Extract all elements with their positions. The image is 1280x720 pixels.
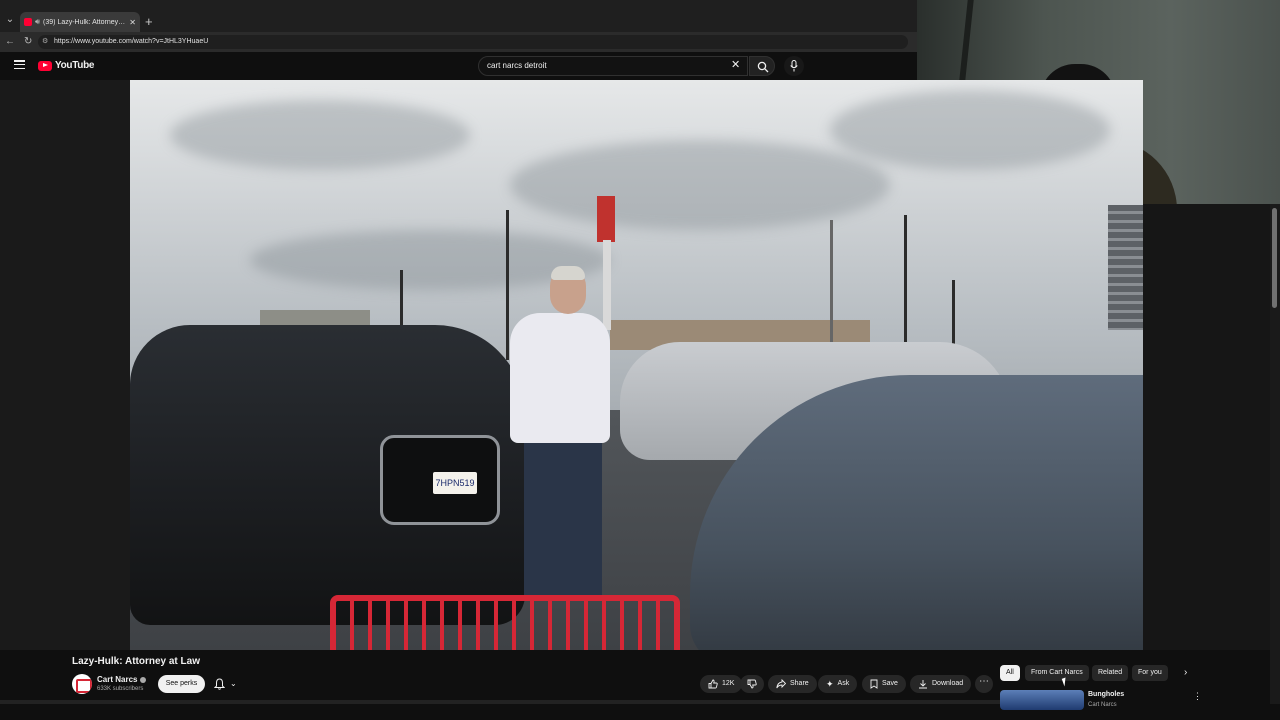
bell-icon[interactable] bbox=[214, 678, 225, 690]
chip-for-you[interactable]: For you bbox=[1132, 665, 1168, 681]
close-tab-icon[interactable]: ✕ bbox=[129, 18, 136, 27]
download-icon bbox=[919, 680, 927, 689]
more-actions-icon[interactable]: ⋯ bbox=[975, 675, 993, 693]
back-icon[interactable]: ← bbox=[5, 36, 15, 48]
bookmark-icon bbox=[870, 679, 878, 689]
video-player[interactable]: 7HPN519 bbox=[130, 80, 1143, 650]
recommendation-menu-icon[interactable]: ⋮ bbox=[1193, 691, 1202, 702]
ask-label: Ask bbox=[837, 680, 850, 687]
scrollbar-thumb[interactable] bbox=[1272, 208, 1277, 308]
chip-from-channel[interactable]: From Cart Narcs bbox=[1025, 665, 1089, 681]
recommendation-channel: Cart Narcs bbox=[1088, 702, 1117, 708]
download-label: Download bbox=[932, 680, 964, 687]
tab-list-chevron-icon[interactable]: ⌄ bbox=[4, 14, 16, 26]
browser-tab[interactable]: 🔊︎ (39) Lazy-Hulk: Attorney at Law ✕ bbox=[20, 12, 140, 32]
page-scrollbar[interactable] bbox=[1270, 204, 1280, 704]
recommendation-thumbnail[interactable] bbox=[1000, 690, 1084, 710]
search-button[interactable] bbox=[749, 56, 775, 76]
chip-related[interactable]: Related bbox=[1092, 665, 1129, 681]
microphone-icon bbox=[790, 60, 798, 72]
dislike-button[interactable] bbox=[740, 675, 764, 693]
like-count: 12K bbox=[722, 680, 735, 687]
video-title: Lazy-Hulk: Attorney at Law bbox=[72, 656, 200, 667]
plus-icon[interactable]: + bbox=[145, 15, 153, 29]
chip-all[interactable]: All bbox=[1000, 665, 1020, 681]
share-icon bbox=[776, 679, 786, 689]
tab-title: (39) Lazy-Hulk: Attorney at Law bbox=[43, 18, 126, 26]
chevron-right-icon[interactable]: › bbox=[1184, 667, 1187, 678]
right-empty-area bbox=[1143, 204, 1270, 650]
thumbs-up-icon bbox=[708, 679, 718, 689]
subscriber-count: 633K subscribers bbox=[97, 686, 144, 692]
channel-avatar[interactable] bbox=[72, 674, 92, 694]
save-button[interactable]: Save bbox=[862, 675, 906, 693]
verified-icon bbox=[140, 676, 147, 683]
share-button[interactable]: Share bbox=[768, 675, 817, 693]
voice-search-button[interactable] bbox=[784, 56, 804, 76]
save-label: Save bbox=[882, 680, 898, 687]
site-info-icon[interactable]: ⚙ bbox=[42, 35, 48, 49]
youtube-favicon-icon bbox=[24, 18, 32, 26]
description-edge bbox=[0, 700, 1000, 704]
youtube-wordmark: YouTube bbox=[55, 60, 95, 71]
recommendation-title[interactable]: Bungholes bbox=[1088, 691, 1124, 698]
license-plate: 7HPN519 bbox=[433, 472, 477, 494]
channel-name[interactable]: Cart Narcs bbox=[97, 675, 147, 684]
like-button[interactable]: 12K bbox=[700, 675, 743, 693]
url-text: https://www.youtube.com/watch?v=JtHL3YHu… bbox=[54, 38, 209, 45]
share-label: Share bbox=[790, 680, 809, 687]
chevron-down-icon[interactable]: ⌄ bbox=[230, 679, 237, 688]
reload-icon[interactable]: ↻ bbox=[24, 36, 32, 48]
youtube-header: YouTube cart narcs detroit ✕ bbox=[0, 52, 917, 80]
search-icon bbox=[757, 61, 769, 73]
left-empty-area bbox=[0, 80, 130, 650]
hamburger-menu-icon[interactable] bbox=[14, 60, 25, 69]
ask-button[interactable]: ✦ Ask bbox=[818, 675, 858, 693]
channel-name-text: Cart Narcs bbox=[97, 675, 138, 684]
youtube-play-logo-icon bbox=[38, 60, 52, 71]
sparkle-icon: ✦ bbox=[826, 679, 834, 689]
url-field[interactable]: ⚙ https://www.youtube.com/watch?v=JtHL3Y… bbox=[38, 35, 908, 49]
address-bar-row: ← ↻ ⚙ https://www.youtube.com/watch?v=Jt… bbox=[0, 32, 917, 52]
thumbs-down-icon bbox=[747, 679, 757, 689]
audio-playing-icon[interactable]: 🔊︎ bbox=[35, 17, 40, 27]
clear-search-icon[interactable]: ✕ bbox=[731, 58, 740, 72]
see-perks-button[interactable]: See perks bbox=[158, 675, 205, 693]
search-input[interactable]: cart narcs detroit bbox=[478, 56, 748, 76]
youtube-logo[interactable]: YouTube bbox=[38, 60, 95, 71]
download-button[interactable]: Download bbox=[910, 675, 972, 693]
